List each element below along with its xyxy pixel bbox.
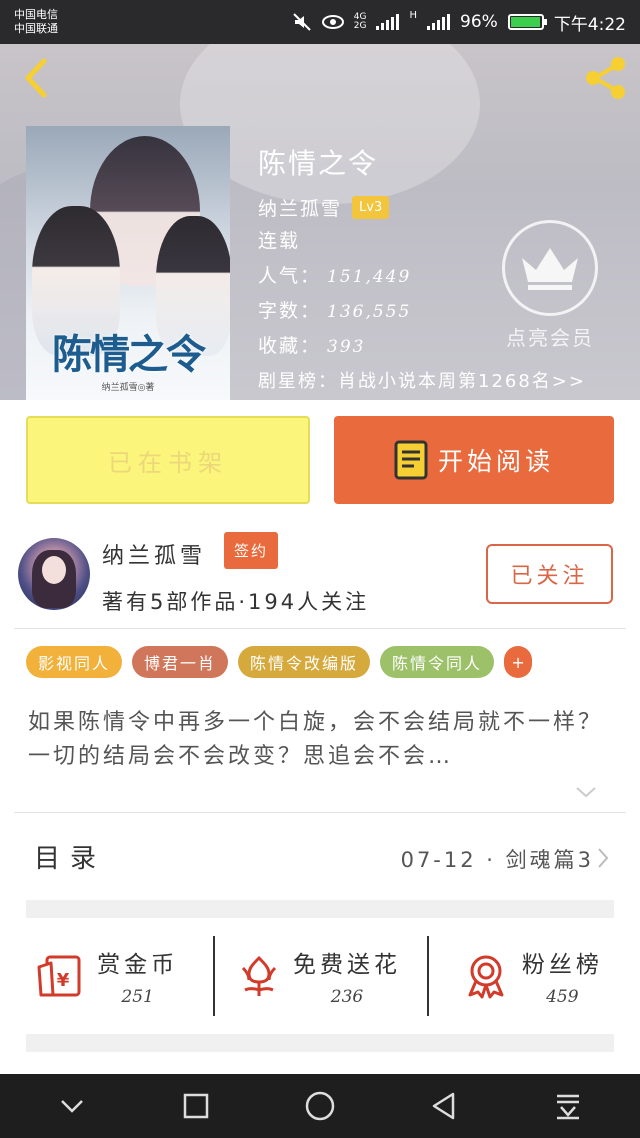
book-author[interactable]: 纳兰孤雪 (258, 194, 342, 221)
circle-icon (305, 1091, 335, 1121)
start-reading-button[interactable]: 开始阅读 (334, 416, 614, 504)
section-separator (26, 1034, 614, 1052)
reward-bar: ¥ 赏金币 251 免费送花 236 粉丝榜 459 (0, 928, 640, 1024)
reward-flowers: 免费送花 236 (293, 945, 401, 1007)
network-type: 4G 2G (354, 13, 367, 31)
battery-percent: 96% (460, 12, 498, 32)
carrier-2: 中国联通 (14, 22, 58, 35)
catalog-row[interactable]: 目录 07-12 · 剑魂篇3 (0, 818, 640, 898)
chevron-left-icon (25, 58, 47, 98)
hide-nav-button[interactable] (42, 1076, 102, 1136)
reward-coins-button[interactable]: ¥ 赏金币 251 (0, 928, 213, 1024)
avatar[interactable] (18, 538, 90, 610)
tag-list: 影视同人 博君一肖 陈情令改编版 陈情令同人 + (26, 646, 533, 678)
carrier-1: 中国电信 (14, 8, 58, 21)
reward-label: 赏金币 (97, 952, 179, 978)
divider (14, 812, 626, 813)
send-flower-button[interactable]: 免费送花 236 (213, 928, 426, 1024)
back-button[interactable] (16, 56, 56, 100)
book-description[interactable]: 如果陈情令中再多一个白旋，会不会结局就不一样？一切的结局会不会改变？思追会不会… (28, 706, 618, 774)
word-count-value: 136,555 (327, 302, 412, 322)
square-icon (183, 1093, 209, 1119)
network-2g: 2G (353, 21, 367, 31)
reward-count: 236 (330, 987, 364, 1007)
popularity-label: 人气： (258, 265, 322, 287)
chevron-down-icon (61, 1100, 83, 1113)
author-section: 纳兰孤雪 签约 著有5部作品·194人关注 已关注 (0, 524, 640, 628)
chevron-down-icon[interactable] (574, 784, 598, 800)
share-icon (586, 57, 625, 99)
pull-down-icon (557, 1094, 579, 1120)
home-button[interactable] (290, 1076, 350, 1136)
level-badge: Lv3 (352, 195, 390, 219)
status-icons: 4G 2G H 96% 下午4:22 (292, 10, 626, 35)
battery-icon (507, 14, 547, 30)
reward-coins: 赏金币 251 (97, 945, 178, 1007)
recents-button[interactable] (166, 1076, 226, 1136)
avatar-face (42, 556, 66, 584)
mute-icon (293, 13, 311, 31)
tag[interactable]: 博君一肖 (132, 646, 229, 678)
svg-text:¥: ¥ (57, 970, 70, 991)
in-bookshelf-button[interactable]: 已在书架 (26, 416, 310, 504)
medal-icon (468, 955, 504, 999)
favorites-value: 393 (327, 337, 366, 357)
start-reading-label: 开始阅读 (437, 447, 554, 476)
latest-chapter: 07-12 · 剑魂篇3 (400, 848, 594, 872)
red-envelope-icon: ¥ (37, 955, 81, 997)
vip-label: 点亮会员 (506, 326, 594, 350)
carriers: 中国电信 中国联通 (14, 8, 58, 36)
signal-icon-2 (427, 14, 451, 30)
cover-title: 陈情之令 (52, 331, 206, 378)
system-nav-bar (0, 1074, 640, 1138)
tag[interactable]: 陈情令同人 (380, 646, 495, 678)
reward-fans: 粉丝榜 459 (522, 945, 603, 1007)
author-row: 纳兰孤雪 Lv3 (258, 190, 586, 224)
eye-icon (321, 15, 344, 29)
action-buttons: 已在书架 开始阅读 (26, 416, 614, 504)
rank-label: 剧星榜： (258, 371, 338, 392)
signed-badge: 签约 (224, 532, 279, 569)
popularity-value: 151,449 (327, 267, 412, 287)
share-button[interactable] (582, 54, 630, 102)
section-separator (26, 900, 614, 918)
tag[interactable]: 陈情令改编版 (238, 646, 371, 678)
rank-link[interactable]: 剧星榜：肖战小说本周第1268名>> (258, 364, 586, 399)
cover-author: 纳兰孤雪◎著 (101, 383, 155, 393)
notification-pull-button[interactable] (538, 1076, 598, 1136)
status-bar: 中国电信 中国联通 4G 2G H 96% 下午4:22 (0, 0, 640, 44)
book-title: 陈情之令 (258, 147, 379, 180)
word-count-label: 字数： (258, 300, 322, 322)
book-header: 陈情之令 纳兰孤雪◎著 陈情之令 纳兰孤雪 Lv3 连载 人气： 151,449 … (0, 44, 640, 400)
reward-count: 459 (546, 987, 579, 1007)
author-name[interactable]: 纳兰孤雪 (102, 538, 206, 570)
divider (14, 628, 626, 629)
signal-icon-1 (376, 14, 400, 30)
book-icon (394, 440, 428, 480)
network-h: H (409, 9, 418, 21)
tag[interactable]: 影视同人 (26, 646, 123, 678)
fan-ranking-button[interactable]: 粉丝榜 459 (426, 928, 640, 1024)
crown-icon (522, 248, 578, 290)
book-cover[interactable]: 陈情之令 纳兰孤雪◎著 (26, 126, 230, 400)
favorites-label: 收藏： (258, 335, 322, 357)
add-tag-button[interactable]: + (504, 646, 533, 678)
reward-count: 251 (121, 987, 154, 1007)
chevron-right-icon (598, 848, 609, 868)
reward-label: 免费送花 (292, 952, 401, 978)
follow-button[interactable]: 已关注 (486, 544, 613, 604)
vip-badge (502, 220, 598, 316)
rank-value: 肖战小说本周第1268名>> (338, 371, 586, 392)
author-stats: 著有5部作品·194人关注 (102, 590, 370, 614)
triangle-back-icon (432, 1092, 455, 1120)
flower-icon (241, 955, 277, 996)
catalog-label: 目录 (34, 844, 107, 874)
reward-label: 粉丝榜 (521, 952, 603, 978)
clock: 下午4:22 (553, 14, 626, 35)
back-nav-button[interactable] (414, 1076, 474, 1136)
vip-button[interactable]: 点亮会员 (500, 220, 600, 351)
